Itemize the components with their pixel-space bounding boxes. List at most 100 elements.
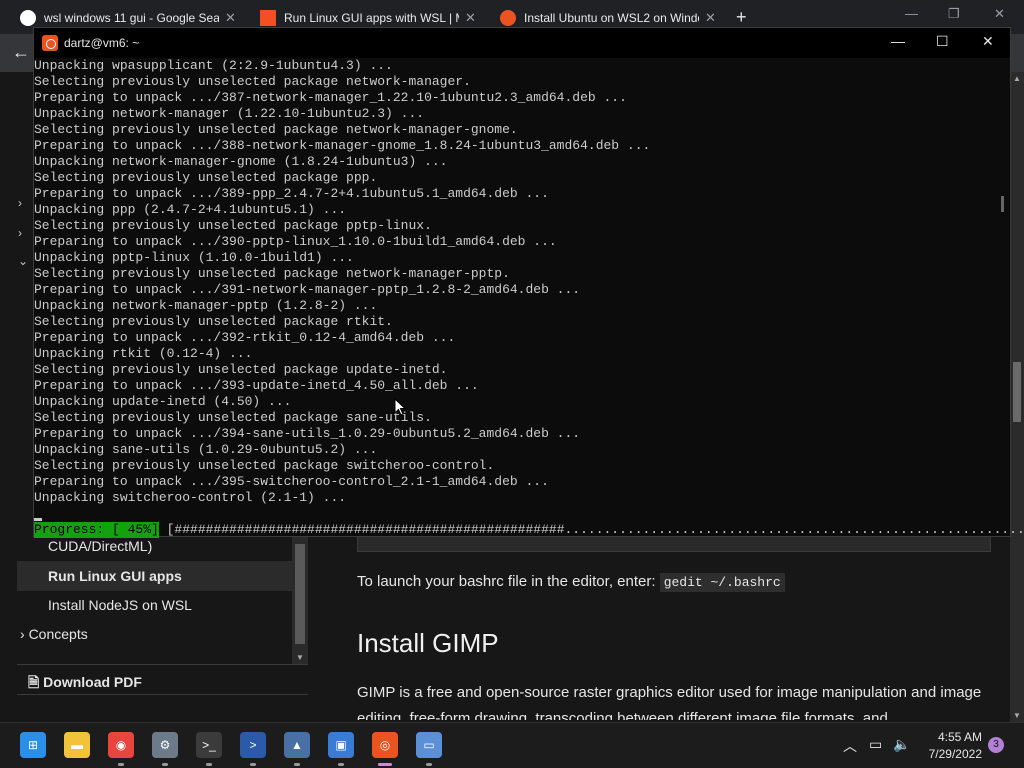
terminal-window[interactable]: dartz@vm6: ~ — ☐ ✕ Unpacking wpasupplica…: [33, 27, 1024, 538]
sidebar-item-concepts[interactable]: › Concepts: [20, 626, 88, 642]
chevron-down-icon[interactable]: ⌄: [18, 254, 28, 268]
terminal-line: Preparing to unpack .../388-network-mana…: [34, 138, 651, 153]
paragraph: GIMP is a free and open-source raster gr…: [357, 684, 982, 720]
notification-badge[interactable]: 3: [988, 737, 1004, 753]
google-icon: [20, 10, 36, 26]
running-indicator: [338, 763, 344, 766]
taskbar: ︿ ▭ 🔈 4:55 AM 7/29/2022 3 ⊞ ▬ ◉ ⚙ >_ > ▲ ▣ ◎ ▭: [0, 722, 1024, 768]
scroll-down-icon[interactable]: ▼: [1013, 711, 1021, 720]
maximize-icon[interactable]: ☐: [936, 33, 949, 50]
running-indicator: [426, 763, 432, 766]
sidebar-item-run-linux-gui-apps[interactable]: Run Linux GUI apps: [17, 561, 292, 591]
chevron-up-icon[interactable]: ︿: [843, 736, 857, 756]
volume-icon[interactable]: 🔈: [893, 736, 910, 753]
terminal-line: Selecting previously unselected package …: [34, 266, 510, 281]
running-indicator: [206, 763, 212, 766]
terminal-line: Preparing to unpack .../395-switcheroo-c…: [34, 474, 549, 489]
settings-icon[interactable]: ⚙: [152, 732, 178, 758]
close-tab-icon[interactable]: ✕: [705, 10, 716, 26]
scroll-up-icon[interactable]: ▲: [1013, 74, 1021, 83]
terminal-line: Unpacking sane-utils (1.0.29-0ubuntu5.2)…: [34, 442, 378, 457]
terminal-output[interactable]: Unpacking wpasupplicant (2:2.9-1ubuntu4.…: [34, 58, 994, 536]
divider: [17, 664, 308, 665]
close-icon[interactable]: ✕: [994, 6, 1005, 22]
chevron-right-icon[interactable]: ›: [18, 196, 22, 210]
ubuntu-icon[interactable]: ◎: [372, 732, 398, 758]
minimize-icon[interactable]: —: [891, 33, 905, 49]
file-explorer-icon[interactable]: ▬: [64, 732, 90, 758]
new-tab-button[interactable]: +: [736, 7, 747, 28]
terminal-line: Unpacking pptp-linux (1.10.0-1build1) ..…: [34, 250, 354, 265]
terminal-line: Selecting previously unselected package …: [34, 410, 432, 425]
terminal-line: Selecting previously unselected package …: [34, 218, 432, 233]
mouse-pointer-icon: [394, 398, 406, 416]
paragraph: To launch your bashrc file in the editor…: [357, 573, 785, 592]
pdf-icon: 🗎: [28, 674, 40, 690]
tab-title: Run Linux GUI apps with WSL | Microsoft …: [284, 11, 459, 25]
apt-progress-row: Progress: [ 45%] [######################…: [34, 522, 1024, 538]
terminal-title: dartz@vm6: ~: [64, 36, 140, 50]
terminal-line: Unpacking update-inetd (4.50) ...: [34, 394, 292, 409]
terminal-line: Selecting previously unselected package …: [34, 170, 378, 185]
microsoft-icon: [260, 10, 276, 26]
close-icon[interactable]: ✕: [982, 33, 994, 50]
terminal-line: Preparing to unpack .../391-network-mana…: [34, 282, 581, 297]
clock[interactable]: 4:55 AM 7/29/2022: [920, 729, 982, 763]
page-scrollbar[interactable]: ▲ ▼: [1010, 72, 1024, 722]
back-button[interactable]: ←: [12, 42, 30, 63]
download-pdf-label: Download PDF: [43, 674, 142, 690]
sidebar-scrollbar[interactable]: ▼: [292, 534, 308, 664]
remote-desktop-icon[interactable]: ▭: [416, 732, 442, 758]
scrollbar-thumb[interactable]: [295, 544, 305, 644]
clock-date: 7/29/2022: [928, 747, 982, 761]
tab-title: wsl windows 11 gui - Google Search: [44, 11, 219, 25]
progress-bar: [#######################################…: [158, 522, 1024, 537]
terminal-line: Unpacking ppp (2.4.7-2+4.1ubuntu5.1) ...: [34, 202, 347, 217]
terminal-line: Preparing to unpack .../387-network-mana…: [34, 90, 627, 105]
ubuntu-icon: [500, 10, 516, 26]
close-tab-icon[interactable]: ✕: [465, 10, 476, 26]
store-icon[interactable]: ▣: [328, 732, 354, 758]
terminal-line: Unpacking network-manager-gnome (1.8.24-…: [34, 154, 448, 169]
scrollbar-thumb[interactable]: [1013, 362, 1021, 422]
running-indicator: [294, 763, 300, 766]
inline-code: gedit ~/.bashrc: [659, 573, 785, 592]
code-block: [357, 536, 991, 552]
terminal-line: Preparing to unpack .../393-update-inetd…: [34, 378, 479, 393]
running-indicator: [250, 763, 256, 766]
powershell-icon[interactable]: >: [240, 732, 266, 758]
sidebar-item-install-nodejs[interactable]: Install NodeJS on WSL: [17, 590, 292, 620]
chevron-right-icon[interactable]: ›: [18, 226, 22, 240]
section-heading: Install GIMP: [357, 628, 499, 658]
download-pdf-link[interactable]: 🗎 Download PDF: [28, 672, 142, 696]
terminal-line: Unpacking network-manager (1.22.10-1ubun…: [34, 106, 425, 121]
terminal-cursor: [34, 518, 42, 521]
terminal-line: Selecting previously unselected package …: [34, 74, 471, 89]
scroll-down-icon[interactable]: ▼: [296, 653, 304, 662]
paragraph-text: To launch your bashrc file in the editor…: [357, 573, 660, 590]
terminal-line: Preparing to unpack .../392-rtkit_0.12-4…: [34, 330, 456, 345]
chevron-right-icon: ›: [20, 626, 25, 642]
terminal-line: Unpacking rtkit (0.12-4) ...: [34, 346, 253, 361]
terminal-title-bar[interactable]: dartz@vm6: ~ — ☐ ✕: [34, 28, 1010, 58]
minimize-icon[interactable]: —: [905, 6, 918, 21]
terminal-line: Preparing to unpack .../389-ppp_2.4.7-2+…: [34, 186, 549, 201]
terminal-scrollbar[interactable]: [996, 58, 1010, 536]
restore-icon[interactable]: ❐: [948, 6, 960, 22]
running-indicator: [162, 763, 168, 766]
terminal-line: Unpacking network-manager-pptp (1.2.8-2)…: [34, 298, 378, 313]
close-tab-icon[interactable]: ✕: [225, 10, 236, 26]
running-indicator: [118, 763, 124, 766]
image-viewer-icon[interactable]: ▲: [284, 732, 310, 758]
network-icon[interactable]: ▭: [869, 736, 882, 753]
terminal-icon[interactable]: >_: [196, 732, 222, 758]
scrollbar-thumb[interactable]: [1001, 196, 1004, 212]
chrome-icon[interactable]: ◉: [108, 732, 134, 758]
running-indicator: [378, 763, 392, 766]
windows-start-icon[interactable]: ⊞: [20, 732, 46, 758]
clock-time: 4:55 AM: [937, 730, 982, 744]
terminal-line: Selecting previously unselected package …: [34, 122, 518, 137]
terminal-line: Selecting previously unselected package …: [34, 362, 448, 377]
ubuntu-icon: [42, 35, 58, 51]
terminal-line: Selecting previously unselected package …: [34, 458, 495, 473]
